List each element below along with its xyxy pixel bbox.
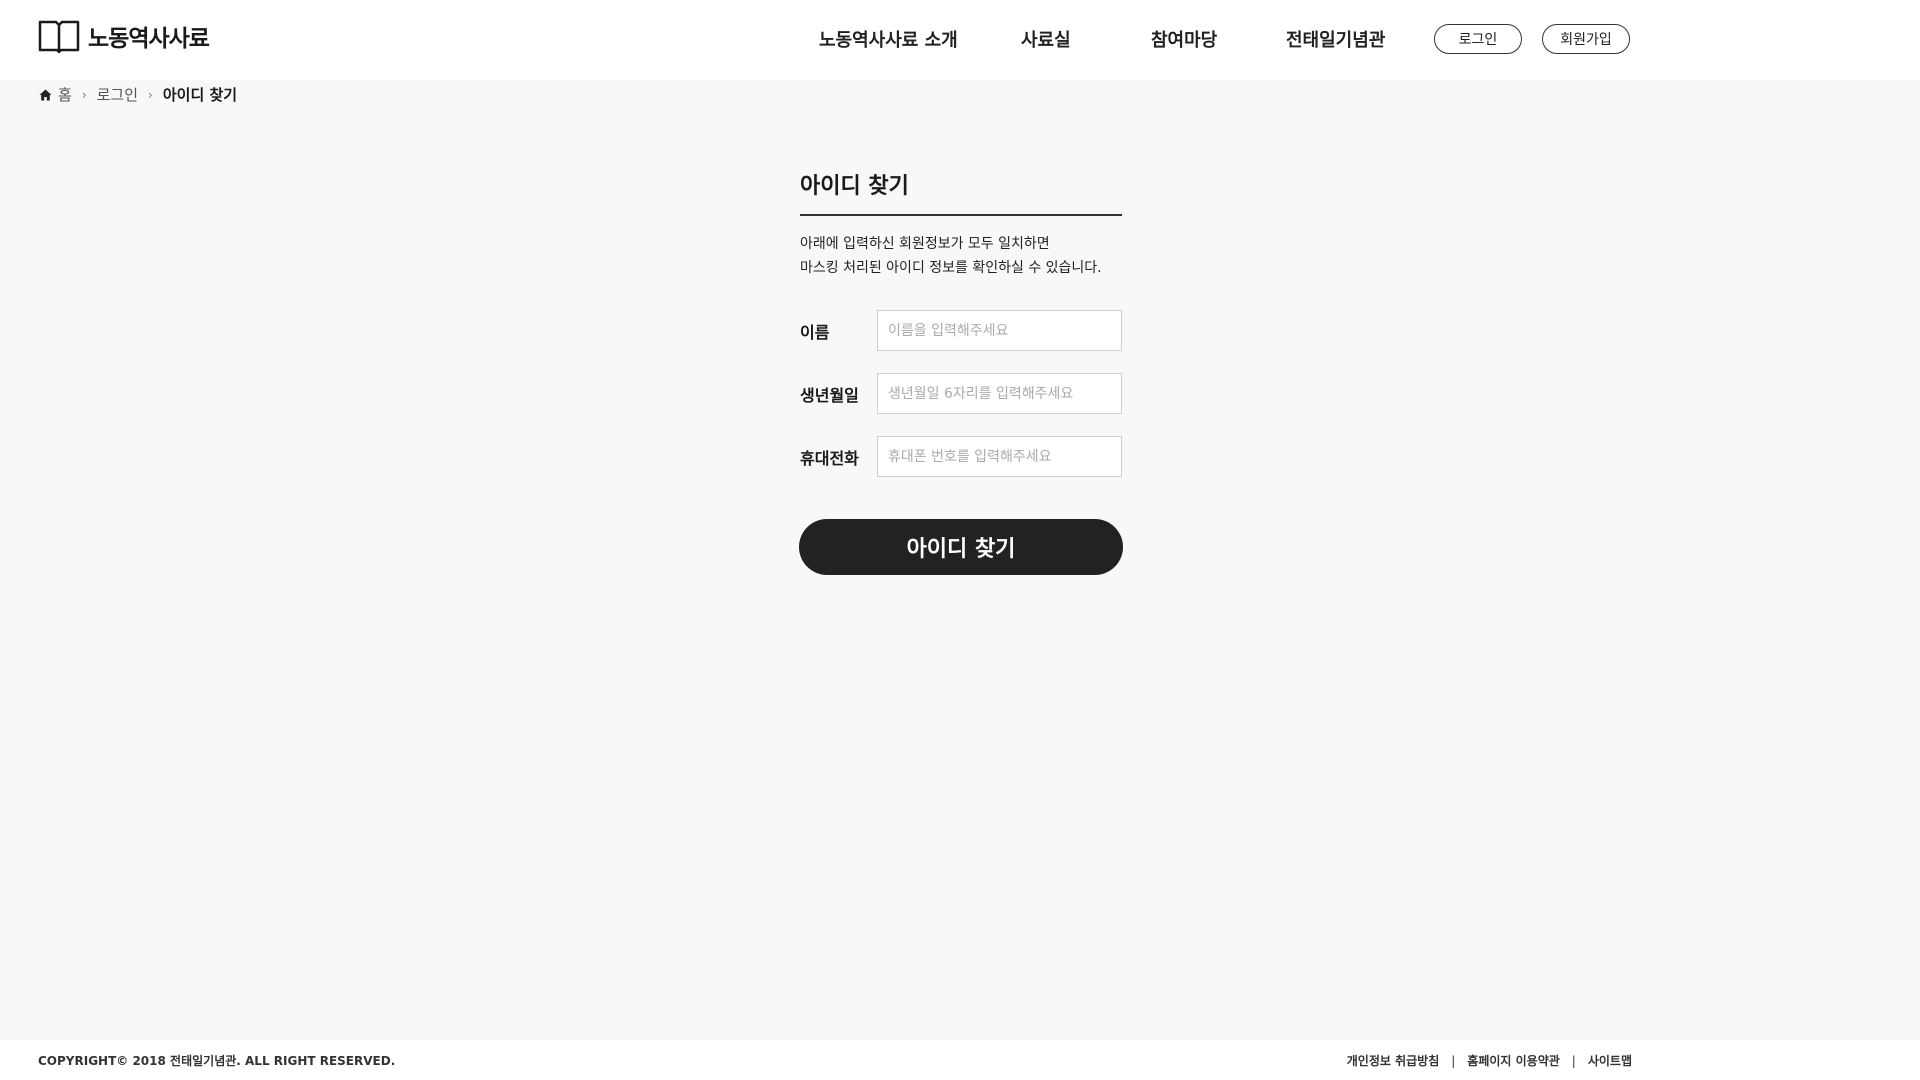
site-footer: COPYRIGHT© 2018 전태일기념관. ALL RIGHT RESERV…: [0, 1040, 1920, 1080]
page-title: 아이디 찾기: [800, 168, 1122, 216]
nav-item-memorial[interactable]: 전태일기념관: [1286, 26, 1385, 52]
nav-item-community[interactable]: 참여마당: [1151, 26, 1217, 52]
description-line-1: 아래에 입력하신 회원정보가 모두 일치하면: [800, 236, 1050, 252]
nav-item-about[interactable]: 노동역사사료 소개: [819, 26, 958, 52]
chevron-right-icon: ›: [148, 87, 153, 102]
footer-links: 개인정보 취급방침 | 홈페이지 이용약관 | 사이트맵: [1347, 1052, 1632, 1069]
site-header: 노동역사사료 노동역사사료 소개 사료실 참여마당 전태일기념관 로그인 회원가…: [0, 0, 1920, 80]
home-icon[interactable]: [39, 89, 52, 101]
phone-input[interactable]: [877, 436, 1122, 477]
signup-button[interactable]: 회원가입: [1542, 24, 1630, 54]
birthdate-input[interactable]: [877, 373, 1122, 414]
footer-separator: |: [1451, 1053, 1456, 1068]
birthdate-row: 생년월일: [800, 373, 1122, 414]
breadcrumb-home[interactable]: 홈: [58, 84, 72, 105]
find-id-button[interactable]: 아이디 찾기: [799, 519, 1123, 575]
chevron-right-icon: ›: [81, 87, 87, 102]
name-label: 이름: [800, 322, 830, 342]
phone-row: 휴대전화: [800, 436, 1122, 477]
footer-separator: |: [1571, 1053, 1576, 1068]
main-nav: 노동역사사료 소개 사료실 참여마당 전태일기념관 로그인 회원가입: [0, 0, 1920, 80]
login-button[interactable]: 로그인: [1434, 24, 1522, 54]
sitemap-link[interactable]: 사이트맵: [1588, 1052, 1632, 1069]
phone-label: 휴대전화: [800, 448, 859, 468]
name-row: 이름: [800, 310, 1122, 351]
copyright-text: COPYRIGHT© 2018 전태일기념관. ALL RIGHT RESERV…: [38, 1054, 396, 1068]
name-input[interactable]: [877, 310, 1122, 351]
breadcrumb: 홈 › 로그인 › 아이디 찾기: [39, 84, 237, 105]
description-line-2: 마스킹 처리된 아이디 정보를 확인하실 수 있습니다.: [800, 260, 1102, 276]
birthdate-label: 생년월일: [800, 385, 859, 405]
privacy-policy-link[interactable]: 개인정보 취급방침: [1347, 1052, 1440, 1069]
breadcrumb-current: 아이디 찾기: [162, 86, 238, 104]
terms-link[interactable]: 홈페이지 이용약관: [1467, 1052, 1560, 1069]
breadcrumb-login[interactable]: 로그인: [97, 84, 138, 105]
nav-item-archive[interactable]: 사료실: [1021, 26, 1071, 52]
form-description: 아래에 입력하신 회원정보가 모두 일치하면 마스킹 처리된 아이디 정보를 확…: [800, 232, 1122, 280]
find-id-form: 아이디 찾기 아래에 입력하신 회원정보가 모두 일치하면 마스킹 처리된 아이…: [799, 168, 1123, 575]
